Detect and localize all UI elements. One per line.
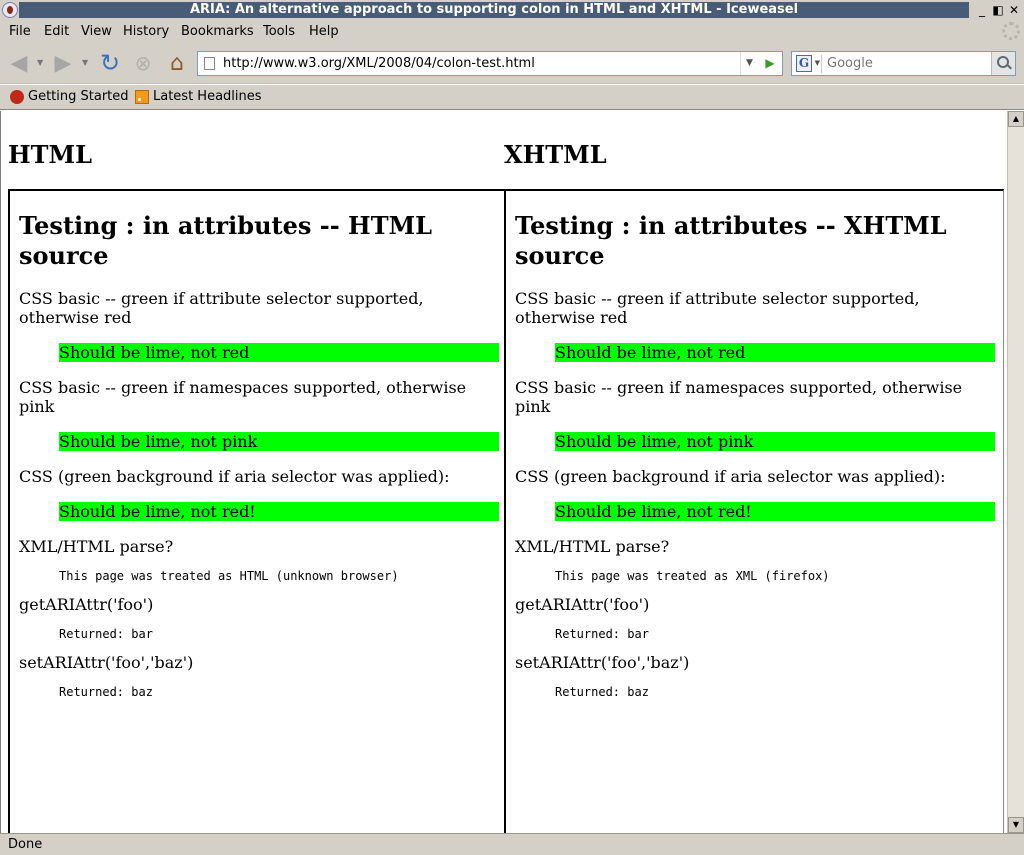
- css-attribute-label: CSS basic -- green if attribute selector…: [515, 289, 920, 327]
- menu-bookmarks-label: Bookmarks: [181, 24, 254, 39]
- engine-dropdown-icon: ▼: [814, 59, 820, 67]
- css-namespace-label: CSS basic -- green if namespaces support…: [19, 378, 467, 416]
- rss-icon: [135, 90, 149, 104]
- html-test-frame[interactable]: Testing : in attributes -- HTML source C…: [8, 189, 506, 833]
- url-history-dropdown-icon[interactable]: ▼: [740, 52, 758, 75]
- menu-tools-label: Tools: [263, 24, 296, 39]
- xhtml-column-heading: XHTML: [504, 140, 607, 169]
- iceweasel-app-icon[interactable]: [2, 2, 18, 18]
- throbber-icon: [1002, 22, 1020, 40]
- url-text[interactable]: http://www.w3.org/XML/2008/04/colon-test…: [223, 56, 535, 72]
- menu-file[interactable]: File: [9, 24, 31, 39]
- menu-help-label: Help: [309, 24, 339, 39]
- get-aria-attr-label: getARIAttr('foo'): [19, 595, 154, 614]
- firefox-icon: [10, 90, 24, 104]
- menu-view[interactable]: View: [81, 24, 112, 39]
- bookmarks-toolbar: Getting Started Latest Headlines: [0, 85, 1024, 110]
- search-input[interactable]: [827, 56, 987, 72]
- bookmark-latest-headlines-label: Latest Headlines: [153, 89, 262, 104]
- css-namespace-label: CSS basic -- green if namespaces support…: [515, 378, 963, 416]
- url-bar[interactable]: http://www.w3.org/XML/2008/04/colon-test…: [197, 51, 783, 76]
- parse-label: XML/HTML parse?: [515, 537, 670, 556]
- css-attribute-result: Should be lime, not red: [555, 343, 995, 362]
- css-aria-label: CSS (green background if aria selector w…: [19, 467, 450, 486]
- menu-view-label: View: [81, 24, 112, 39]
- set-aria-attr-label: setARIAttr('foo','baz'): [515, 653, 690, 672]
- minimize-icon[interactable]: _: [975, 3, 989, 17]
- close-icon[interactable]: ✕: [1007, 3, 1021, 17]
- css-aria-result: Should be lime, not red!: [59, 502, 499, 521]
- css-attribute-label: CSS basic -- green if attribute selector…: [19, 289, 424, 327]
- menu-bookmarks[interactable]: Bookmarks: [181, 24, 254, 39]
- menu-history-label: History: [123, 24, 170, 39]
- css-attribute-result: Should be lime, not red: [59, 343, 499, 362]
- get-aria-attr-result: Returned: bar: [555, 627, 649, 641]
- menu-file-label: File: [9, 24, 31, 39]
- menu-edit-label: Edit: [44, 24, 70, 39]
- forward-history-dropdown-icon[interactable]: ▼: [82, 58, 88, 67]
- parse-result: This page was treated as XML (firefox): [555, 569, 830, 583]
- home-icon[interactable]: ⌂: [163, 49, 191, 77]
- set-aria-attr-result: Returned: baz: [555, 685, 649, 699]
- back-arrow-icon[interactable]: ◀: [6, 49, 32, 77]
- search-engine-selector[interactable]: G ▼: [794, 55, 822, 73]
- search-bar[interactable]: G ▼: [791, 51, 1016, 76]
- frame-title: Testing : in attributes -- XHTML source: [515, 211, 947, 270]
- search-magnifier-icon[interactable]: [991, 52, 1015, 75]
- reload-icon[interactable]: ↻: [96, 49, 124, 77]
- window-title: ARIA: An alternative approach to support…: [19, 2, 969, 18]
- menu-bar: File Edit View History Bookmarks Tools H…: [0, 20, 1024, 42]
- navigation-toolbar: ◀ ▼ ▶ ▼ ↻ ⊗ ⌂ http://www.w3.org/XML/2008…: [0, 42, 1024, 84]
- bookmark-getting-started[interactable]: Getting Started: [10, 89, 129, 105]
- css-namespace-result: Should be lime, not pink: [555, 432, 995, 451]
- bookmark-latest-headlines[interactable]: Latest Headlines: [135, 89, 262, 105]
- set-aria-attr-result: Returned: baz: [59, 685, 153, 699]
- html-column-heading: HTML: [8, 140, 92, 169]
- scroll-up-icon[interactable]: ▲: [1008, 111, 1024, 127]
- set-aria-attr-label: setARIAttr('foo','baz'): [19, 653, 194, 672]
- maximize-icon[interactable]: ◧: [991, 3, 1005, 17]
- status-text: Done: [8, 837, 43, 852]
- go-arrow-icon[interactable]: ▶: [758, 52, 782, 75]
- parse-result: This page was treated as HTML (unknown b…: [59, 569, 399, 583]
- menu-help[interactable]: Help: [309, 24, 339, 39]
- bookmark-getting-started-label: Getting Started: [28, 89, 129, 104]
- scroll-down-icon[interactable]: ▼: [1008, 817, 1024, 833]
- status-bar: Done: [0, 833, 1024, 855]
- get-aria-attr-result: Returned: bar: [59, 627, 153, 641]
- get-aria-attr-label: getARIAttr('foo'): [515, 595, 650, 614]
- css-namespace-result: Should be lime, not pink: [59, 432, 499, 451]
- page-icon: [204, 57, 215, 70]
- menu-tools[interactable]: Tools: [263, 24, 295, 39]
- vertical-scrollbar[interactable]: ▲ ▼: [1007, 111, 1024, 833]
- css-aria-label: CSS (green background if aria selector w…: [515, 467, 946, 486]
- parse-label: XML/HTML parse?: [19, 537, 174, 556]
- menu-edit[interactable]: Edit: [44, 24, 69, 39]
- window-title-bar: ARIA: An alternative approach to support…: [0, 0, 1024, 20]
- back-history-dropdown-icon[interactable]: ▼: [37, 58, 43, 67]
- frame-title: Testing : in attributes -- HTML source: [19, 211, 433, 270]
- stop-icon[interactable]: ⊗: [130, 49, 156, 77]
- menu-history[interactable]: History: [123, 24, 169, 39]
- css-aria-result: Should be lime, not red!: [555, 502, 995, 521]
- google-icon: G: [796, 55, 812, 72]
- forward-arrow-icon[interactable]: ▶: [50, 49, 76, 77]
- xhtml-test-frame[interactable]: Testing : in attributes -- XHTML source …: [505, 189, 1004, 833]
